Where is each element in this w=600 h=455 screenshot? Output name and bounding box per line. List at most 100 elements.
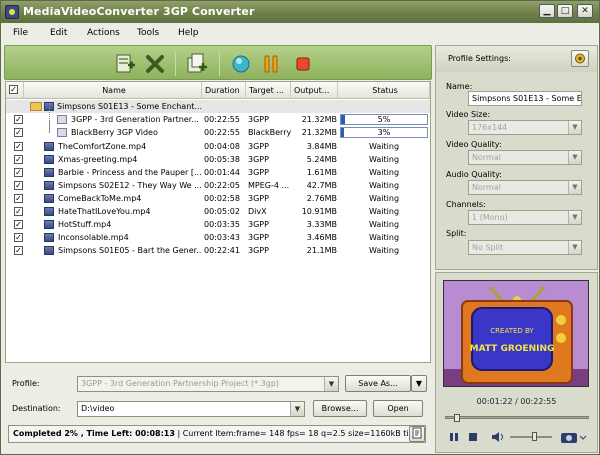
item-output: 1.61MB: [306, 168, 337, 177]
preview-panel: CREATED BY MATT GROENING 00:01:22 / 00:2…: [435, 272, 598, 453]
item-status: Waiting: [368, 246, 400, 255]
convert-icon[interactable]: [229, 52, 253, 76]
item-output: 5.24MB: [306, 155, 337, 164]
header-name[interactable]: Name: [24, 82, 202, 99]
snapshot-icon[interactable]: [559, 429, 587, 445]
item-checkbox[interactable]: ✓: [14, 207, 23, 216]
list-item[interactable]: ✓ ComeBackToMe.mp4 00:02:58 3GPP 2.76MB …: [6, 192, 430, 205]
item-checkbox[interactable]: ✓: [14, 168, 23, 177]
stop-icon[interactable]: [291, 52, 315, 76]
browse-button[interactable]: Browse...: [313, 400, 367, 417]
split-select[interactable]: No Split ▼: [468, 240, 582, 255]
item-checkbox[interactable]: ✓: [14, 142, 23, 151]
item-checkbox[interactable]: ✓: [14, 220, 23, 229]
profile-select[interactable]: 3GPP - 3rd Generation Partnership Projec…: [77, 376, 339, 392]
list-item[interactable]: ✓ Barbie - Princess and the Pauper [... …: [6, 166, 430, 179]
header-duration[interactable]: Duration: [202, 82, 246, 99]
item-target: 3GPP: [248, 194, 269, 203]
list-item[interactable]: ✓ HotStuff.mp4 00:03:35 3GPP 3.33MB Wait…: [6, 218, 430, 231]
item-duration: 00:03:35: [204, 220, 240, 229]
volume-slider[interactable]: [510, 432, 552, 441]
chevron-down-icon[interactable]: ▼: [568, 181, 581, 194]
list-item[interactable]: ✓ 3GPP - 3rd Generation Partner... 00:22…: [6, 107, 430, 133]
item-output: 21.32MB: [301, 128, 337, 137]
group-row[interactable]: Simpsons S01E13 - Some Enchant...: [6, 100, 430, 113]
list-item[interactable]: ✓ HateThatILoveYou.mp4 00:05:02 DivX 10.…: [6, 205, 430, 218]
list-item[interactable]: ✓ BlackBerry 3GP Video 00:22:55 BlackBer…: [6, 120, 430, 139]
profile-label: Profile:: [12, 379, 40, 388]
menu-edit[interactable]: Edit: [50, 28, 67, 38]
header-target[interactable]: Target ...: [246, 82, 291, 99]
close-button[interactable]: ✕: [577, 4, 593, 18]
item-checkbox[interactable]: ✓: [14, 128, 23, 137]
chevron-down-icon[interactable]: ▼: [568, 211, 581, 224]
log-icon[interactable]: [409, 426, 425, 442]
file-list[interactable]: ✓ Name Duration Target ... Output... Sta…: [5, 81, 431, 363]
item-target: 3GPP: [248, 246, 269, 255]
item-checkbox[interactable]: ✓: [14, 115, 23, 124]
item-target: BlackBerry: [248, 128, 291, 137]
toolbar-separator: [175, 52, 176, 76]
seek-thumb[interactable]: [454, 414, 461, 422]
minimize-button[interactable]: ▁: [539, 4, 555, 18]
menu-tools[interactable]: Tools: [137, 28, 159, 38]
item-status: Waiting: [368, 155, 400, 164]
video-file-icon: [44, 181, 54, 190]
playback-time: 00:01:22 / 00:22:55: [476, 397, 557, 406]
menu-actions[interactable]: Actions: [87, 28, 120, 38]
video-quality-select[interactable]: Normal ▼: [468, 150, 582, 165]
list-item[interactable]: ✓ Inconsolable.mp4 00:03:43 3GPP 3.46MB …: [6, 231, 430, 244]
video-file-icon: [44, 142, 54, 151]
chevron-down-icon[interactable]: ▼: [568, 121, 581, 134]
item-output: 21.32MB: [301, 115, 337, 124]
volume-thumb[interactable]: [532, 432, 538, 441]
select-all-checkbox[interactable]: ✓: [9, 85, 18, 94]
item-checkbox[interactable]: ✓: [14, 194, 23, 203]
app-window: MediaVideoConverter 3GP Converter ▁ □ ✕ …: [0, 0, 600, 455]
destination-input[interactable]: D:\video ▼: [77, 401, 305, 417]
name-input[interactable]: Simpsons S01E13 - Some Ench: [468, 91, 582, 106]
item-checkbox[interactable]: ✓: [14, 155, 23, 164]
gear-icon[interactable]: [571, 50, 589, 67]
pause-icon[interactable]: [259, 52, 283, 76]
item-status: Waiting: [368, 168, 400, 177]
remove-icon[interactable]: [143, 52, 167, 76]
progress-fill: [341, 128, 344, 137]
item-target: 3GPP: [248, 142, 269, 151]
item-checkbox[interactable]: ✓: [14, 246, 23, 255]
list-item[interactable]: ✓ Xmas-greeting.mp4 00:05:38 3GPP 5.24MB…: [6, 153, 430, 166]
video-file-icon: [44, 168, 54, 177]
open-button[interactable]: Open: [373, 400, 423, 417]
maximize-button[interactable]: □: [557, 4, 573, 18]
channels-select[interactable]: 1 (Mono) ▼: [468, 210, 582, 225]
save-as-dropdown-button[interactable]: ▼: [411, 375, 427, 392]
volume-icon[interactable]: [491, 431, 505, 443]
video-file-icon: [44, 246, 54, 255]
chevron-down-icon[interactable]: ▼: [568, 151, 581, 164]
save-as-button[interactable]: Save As...: [345, 375, 411, 392]
pause-icon[interactable]: [449, 432, 459, 442]
item-name: BlackBerry 3GP Video: [71, 128, 158, 137]
chevron-down-icon[interactable]: ▼: [290, 402, 304, 416]
stop-icon[interactable]: [468, 432, 478, 442]
list-item[interactable]: ✓ Simpsons S01E05 - Bart the Gener... 00…: [6, 244, 430, 257]
item-output: 3.46MB: [306, 233, 337, 242]
chevron-down-icon[interactable]: ▼: [324, 377, 338, 391]
item-checkbox[interactable]: ✓: [14, 181, 23, 190]
chevron-down-icon[interactable]: ▼: [568, 241, 581, 254]
item-output: 3.84MB: [306, 142, 337, 151]
preview-caption-1: CREATED BY: [490, 327, 534, 335]
profile-settings-panel: Profile Settings: Name: Simpsons S01E13 …: [435, 45, 598, 270]
audio-quality-select[interactable]: Normal ▼: [468, 180, 582, 195]
menu-help[interactable]: Help: [178, 28, 199, 38]
list-item[interactable]: ✓ TheComfortZone.mp4 00:04:08 3GPP 3.84M…: [6, 140, 430, 153]
item-checkbox[interactable]: ✓: [14, 233, 23, 242]
add-folder-icon[interactable]: [185, 52, 209, 76]
seek-bar[interactable]: [445, 414, 589, 422]
header-status[interactable]: Status: [338, 82, 430, 99]
header-output[interactable]: Output...: [291, 82, 338, 99]
menu-file[interactable]: File: [13, 28, 28, 38]
list-item[interactable]: ✓ Simpsons S02E12 - They Way We ... 00:2…: [6, 179, 430, 192]
video-size-select[interactable]: 176x144 ▼: [468, 120, 582, 135]
add-file-icon[interactable]: [113, 52, 137, 76]
